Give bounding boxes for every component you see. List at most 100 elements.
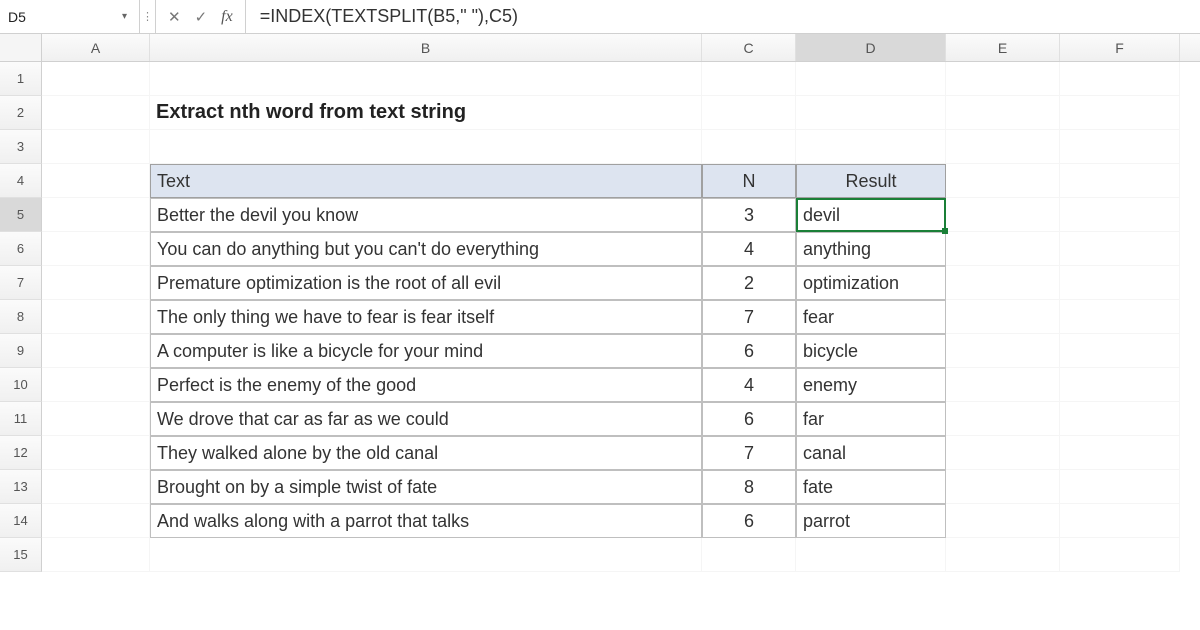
cell-A4[interactable]	[42, 164, 150, 198]
cell-B1[interactable]	[150, 62, 702, 96]
cell-D7[interactable]: optimization	[796, 266, 946, 300]
cell-D10[interactable]: enemy	[796, 368, 946, 402]
cell-D6[interactable]: anything	[796, 232, 946, 266]
cell-D15[interactable]	[796, 538, 946, 572]
cell-D11[interactable]: far	[796, 402, 946, 436]
cell-B15[interactable]	[150, 538, 702, 572]
row-header-5[interactable]: 5	[0, 198, 42, 232]
cell-E6[interactable]	[946, 232, 1060, 266]
cell-E13[interactable]	[946, 470, 1060, 504]
cell-F15[interactable]	[1060, 538, 1180, 572]
cell-A8[interactable]	[42, 300, 150, 334]
cell-F2[interactable]	[1060, 96, 1180, 130]
cell-F9[interactable]	[1060, 334, 1180, 368]
row-header-12[interactable]: 12	[0, 436, 42, 470]
cell-C13[interactable]: 8	[702, 470, 796, 504]
cell-C6[interactable]: 4	[702, 232, 796, 266]
cell-B6[interactable]: You can do anything but you can't do eve…	[150, 232, 702, 266]
cell-C9[interactable]: 6	[702, 334, 796, 368]
cell-D3[interactable]	[796, 130, 946, 164]
cell-A5[interactable]	[42, 198, 150, 232]
cell-B11[interactable]: We drove that car as far as we could	[150, 402, 702, 436]
cell-A9[interactable]	[42, 334, 150, 368]
cell-A7[interactable]	[42, 266, 150, 300]
cell-D8[interactable]: fear	[796, 300, 946, 334]
col-header-A[interactable]: A	[42, 34, 150, 61]
cell-D13[interactable]: fate	[796, 470, 946, 504]
row-header-13[interactable]: 13	[0, 470, 42, 504]
cell-A14[interactable]	[42, 504, 150, 538]
cell-D9[interactable]: bicycle	[796, 334, 946, 368]
row-header-2[interactable]: 2	[0, 96, 42, 130]
cell-B14[interactable]: And walks along with a parrot that talks	[150, 504, 702, 538]
row-header-8[interactable]: 8	[0, 300, 42, 334]
fill-handle[interactable]	[942, 228, 948, 234]
cell-E14[interactable]	[946, 504, 1060, 538]
cell-F1[interactable]	[1060, 62, 1180, 96]
cell-F10[interactable]	[1060, 368, 1180, 402]
row-header-11[interactable]: 11	[0, 402, 42, 436]
table-header-result[interactable]: Result	[796, 164, 946, 198]
row-header-10[interactable]: 10	[0, 368, 42, 402]
chevron-down-icon[interactable]: ▾	[118, 11, 131, 22]
cell-C5[interactable]: 3	[702, 198, 796, 232]
cell-C1[interactable]	[702, 62, 796, 96]
cell-F12[interactable]	[1060, 436, 1180, 470]
cell-A10[interactable]	[42, 368, 150, 402]
cell-B13[interactable]: Brought on by a simple twist of fate	[150, 470, 702, 504]
cell-F3[interactable]	[1060, 130, 1180, 164]
cell-A3[interactable]	[42, 130, 150, 164]
cell-E9[interactable]	[946, 334, 1060, 368]
cell-B5[interactable]: Better the devil you know	[150, 198, 702, 232]
cell-A6[interactable]	[42, 232, 150, 266]
cell-E5[interactable]	[946, 198, 1060, 232]
row-header-4[interactable]: 4	[0, 164, 42, 198]
col-header-D[interactable]: D	[796, 34, 946, 61]
cell-E2[interactable]	[946, 96, 1060, 130]
cell-E8[interactable]	[946, 300, 1060, 334]
cell-E7[interactable]	[946, 266, 1060, 300]
cell-C7[interactable]: 2	[702, 266, 796, 300]
row-header-15[interactable]: 15	[0, 538, 42, 572]
cell-A11[interactable]	[42, 402, 150, 436]
row-header-3[interactable]: 3	[0, 130, 42, 164]
cell-B8[interactable]: The only thing we have to fear is fear i…	[150, 300, 702, 334]
table-header-n[interactable]: N	[702, 164, 796, 198]
cell-A12[interactable]	[42, 436, 150, 470]
col-header-B[interactable]: B	[150, 34, 702, 61]
cell-E15[interactable]	[946, 538, 1060, 572]
cell-B3[interactable]	[150, 130, 702, 164]
table-header-text[interactable]: Text	[150, 164, 702, 198]
row-header-14[interactable]: 14	[0, 504, 42, 538]
cell-C11[interactable]: 6	[702, 402, 796, 436]
row-header-9[interactable]: 9	[0, 334, 42, 368]
cell-F5[interactable]	[1060, 198, 1180, 232]
cell-C12[interactable]: 7	[702, 436, 796, 470]
cell-E11[interactable]	[946, 402, 1060, 436]
cell-C10[interactable]: 4	[702, 368, 796, 402]
cell-A2[interactable]	[42, 96, 150, 130]
cell-B7[interactable]: Premature optimization is the root of al…	[150, 266, 702, 300]
cell-E12[interactable]	[946, 436, 1060, 470]
cell-C14[interactable]: 6	[702, 504, 796, 538]
cell-C3[interactable]	[702, 130, 796, 164]
cell-C15[interactable]	[702, 538, 796, 572]
cell-F8[interactable]	[1060, 300, 1180, 334]
page-title[interactable]: Extract nth word from text string	[150, 96, 702, 130]
cell-B10[interactable]: Perfect is the enemy of the good	[150, 368, 702, 402]
cell-D14[interactable]: parrot	[796, 504, 946, 538]
col-header-F[interactable]: F	[1060, 34, 1180, 61]
cell-A15[interactable]	[42, 538, 150, 572]
select-all-corner[interactable]	[0, 34, 42, 61]
cancel-icon[interactable]: ✕	[168, 8, 181, 26]
cell-D5[interactable]: devil	[796, 198, 946, 232]
cell-A1[interactable]	[42, 62, 150, 96]
cell-D12[interactable]: canal	[796, 436, 946, 470]
cell-A13[interactable]	[42, 470, 150, 504]
cell-D2[interactable]	[796, 96, 946, 130]
cell-B9[interactable]: A computer is like a bicycle for your mi…	[150, 334, 702, 368]
col-header-E[interactable]: E	[946, 34, 1060, 61]
cell-F11[interactable]	[1060, 402, 1180, 436]
confirm-icon[interactable]: ✓	[195, 8, 208, 26]
row-header-6[interactable]: 6	[0, 232, 42, 266]
